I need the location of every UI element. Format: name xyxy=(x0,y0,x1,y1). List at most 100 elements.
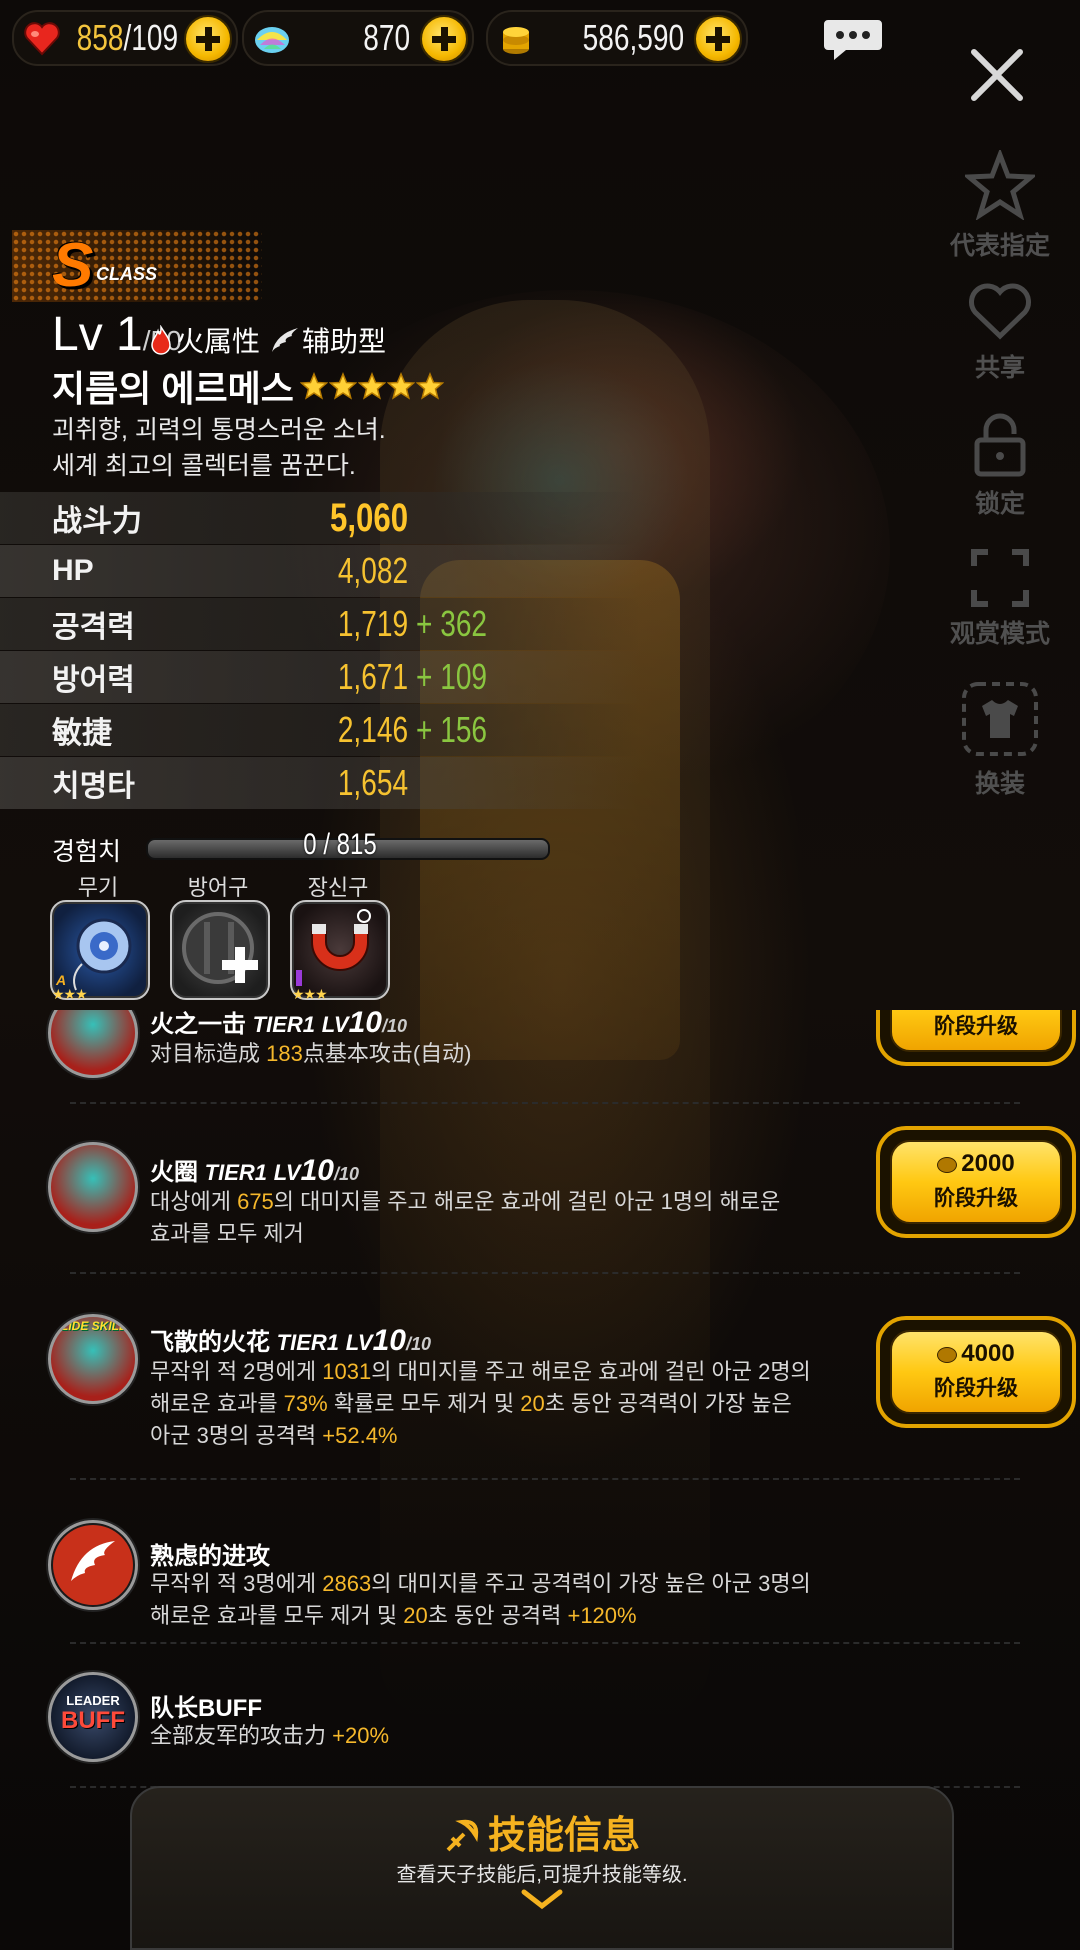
stat-value: 1,719 xyxy=(337,603,408,644)
skill-tier: TIER1 xyxy=(252,1012,316,1037)
skill-description: 무작위 적 3명에게 2863의 대미지를 주고 공격력이 가장 높은 아군 3… xyxy=(150,1568,850,1632)
desc-text: 全部友军的攻击力 xyxy=(150,1723,333,1748)
skill-name: 火之一击 xyxy=(150,1011,246,1038)
star-icon xyxy=(299,372,328,400)
class-badge: S CLASS xyxy=(12,230,262,302)
stat-label: 치명타 xyxy=(52,770,135,803)
skill-info-panel[interactable]: 技能信息 查看天子技能后,可提升技能等级. xyxy=(130,1786,954,1950)
add-gems-button[interactable] xyxy=(420,15,468,63)
desc-highlight: +20% xyxy=(332,1723,390,1748)
desc-text: 무작위 적 2명에게 xyxy=(150,1359,323,1384)
cost-value: 2000 xyxy=(961,1150,1015,1177)
share-label: 共享 xyxy=(974,354,1025,382)
desc-highlight: 2863 xyxy=(322,1571,372,1596)
chat-icon[interactable] xyxy=(822,18,884,62)
skill-tier: TIER1 xyxy=(276,1330,340,1355)
close-icon[interactable] xyxy=(966,44,1028,106)
fire-element-icon xyxy=(151,325,171,355)
desc-text: 의 대미지를 주고 해로운 효과에 걸린 아군 2명의 xyxy=(371,1359,811,1384)
accessory-slot[interactable] xyxy=(290,900,390,1000)
desc-text: 초 동안 공격력이 가장 높은 xyxy=(544,1391,792,1416)
gold-counter: 586,590 xyxy=(486,10,748,66)
divider xyxy=(70,1642,1020,1644)
skill-upgrade-button-2[interactable]: 2000 阶段升级 xyxy=(876,1126,1076,1238)
desc-text: 무작위 적 3명에게 xyxy=(150,1571,323,1596)
skill-portrait-icon xyxy=(48,1142,138,1232)
equip-label-weapon: 무기 xyxy=(77,875,119,900)
stat-bonus: + 362 xyxy=(416,603,488,644)
skill-list[interactable]: 火之一击 TIER1 LV10/10 对目标造成 183点基本攻击(自动) 10… xyxy=(0,1010,1080,1790)
skill-description: 무작위 적 2명에게 1031의 대미지를 주고 해로운 효과에 걸린 아군 2… xyxy=(150,1356,850,1452)
stat-value: 4,082 xyxy=(337,550,408,591)
character-name-row: 지름의 에르메스 xyxy=(52,360,445,412)
gold-coin-icon xyxy=(503,27,529,54)
stat-value: 5,060 xyxy=(329,495,408,540)
leader-badge-top: LEADER xyxy=(66,1693,120,1708)
skill-title: 队长BUFF xyxy=(150,1688,262,1723)
skill-portrait-icon xyxy=(48,1010,138,1078)
leader-badge-bottom: BUFF xyxy=(61,1707,125,1734)
desc-highlight: 20 xyxy=(403,1603,428,1628)
magnet-accessory-icon xyxy=(296,909,371,986)
heart-outline-icon xyxy=(969,283,1031,340)
skill-lv-max: /10 xyxy=(381,1016,408,1036)
skill-name: 火圈 xyxy=(150,1159,198,1186)
star-icon xyxy=(328,372,357,400)
stat-row-critical: 치명타 1,654 xyxy=(0,757,640,809)
view-mode-button[interactable]: 观赏模式 xyxy=(940,548,1060,650)
exp-text: 0 / 815 xyxy=(303,828,377,861)
sword-icon xyxy=(446,1819,479,1852)
desc-highlight: 183 xyxy=(266,1041,303,1066)
desc-text: 의 대미지를 주고 해로운 효과에 걸린 아군 1명의 해로운 xyxy=(273,1189,781,1214)
wing-icon xyxy=(53,1525,133,1605)
desc-text: 대상에게 xyxy=(150,1189,238,1214)
stat-value: 1,654 xyxy=(337,762,408,803)
equip-label-armor: 방어구 xyxy=(187,875,249,900)
desc-text: 해로운 효과를 xyxy=(150,1391,284,1416)
skill-description: 全部友军的攻击力 +20% xyxy=(150,1720,850,1752)
stamina-current: 858 xyxy=(76,17,124,58)
add-gold-button[interactable] xyxy=(694,15,742,63)
class-word: CLASS xyxy=(96,264,158,284)
weapon-slot[interactable]: A xyxy=(50,900,150,1000)
costume-label: 换装 xyxy=(974,770,1025,798)
skill-lv-num: 10 xyxy=(300,1154,334,1187)
add-stamina-button[interactable] xyxy=(184,15,232,63)
upgrade-label: 阶段升级 xyxy=(934,1015,1018,1038)
star-icon xyxy=(386,372,415,400)
desc-highlight: +120% xyxy=(567,1603,637,1628)
chevron-down-icon[interactable] xyxy=(520,1888,564,1912)
lock-button[interactable]: 锁定 xyxy=(940,412,1060,520)
lock-label: 锁定 xyxy=(974,490,1025,518)
stat-label: 방어력 xyxy=(52,664,135,697)
costume-button[interactable]: 换装 xyxy=(940,680,1060,800)
skill-description: 대상에게 675의 대미지를 주고 해로운 효과에 걸린 아군 1명의 해로운 … xyxy=(150,1186,850,1250)
skill-upgrade-button-1[interactable]: 1000 阶段升级 xyxy=(876,1010,1076,1066)
skill-lv-max: /10 xyxy=(333,1164,360,1184)
stat-label: HP xyxy=(52,554,94,587)
skill-lv-label: LV xyxy=(321,1012,349,1037)
skill-name: 熟虑的进攻 xyxy=(150,1543,270,1570)
skill-lv-num: 10 xyxy=(348,1010,382,1039)
gem-counter: 870 xyxy=(242,10,474,66)
armor-slot[interactable] xyxy=(170,900,270,1000)
stat-row-attack: 공격력 1,719 + 362 xyxy=(0,598,640,650)
skill-name: 飞散的火花 xyxy=(150,1329,270,1356)
skill-title: 火之一击 TIER1 LV10/10 xyxy=(150,1010,407,1040)
equip-label-accessory: 장신구 xyxy=(307,875,369,900)
skill-upgrade-button-3[interactable]: 4000 阶段升级 xyxy=(876,1316,1076,1428)
description-line: 세계 최고의 콜렉터를 꿈꾼다. xyxy=(52,452,356,480)
represent-button[interactable]: 代表指定 xyxy=(940,150,1060,262)
desc-highlight: 675 xyxy=(237,1189,274,1214)
weapon-stars: ★★★ xyxy=(52,986,88,1002)
desc-text: 对目标造成 xyxy=(150,1041,267,1066)
represent-label: 代表指定 xyxy=(949,232,1050,260)
slide-skill-badge: SLIDE SKILL xyxy=(53,1319,127,1333)
desc-text: 확률로 모두 제거 및 xyxy=(327,1391,521,1416)
stat-row-power: 战斗力 5,060 xyxy=(0,492,640,544)
desc-text: 효과를 모두 제거 xyxy=(150,1221,304,1246)
share-button[interactable]: 共享 xyxy=(940,282,1060,384)
description-line: 괴취향, 괴력의 통명스러운 소녀. xyxy=(52,416,386,444)
skill-lv-label: LV xyxy=(273,1160,301,1185)
skill-lv-label: LV xyxy=(345,1330,373,1355)
